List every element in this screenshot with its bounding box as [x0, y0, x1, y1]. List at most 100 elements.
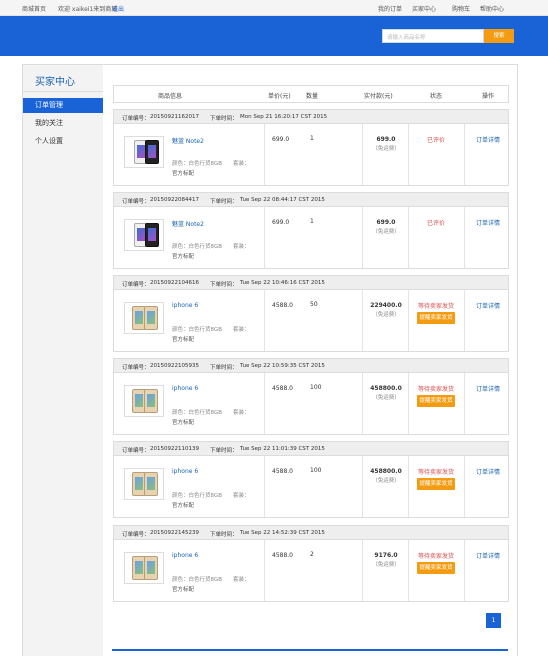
order-row: 订单编号： 20150921162017 下单时间： Mon Sep 21 16…: [113, 109, 509, 186]
column-divider: [408, 290, 409, 351]
order-detail-link[interactable]: 订单详情: [468, 467, 508, 476]
order-detail-link[interactable]: 订单详情: [468, 218, 508, 227]
product-attributes: 颜色：白色行货8GB 套装：: [172, 410, 250, 416]
product-package: 官方标配: [172, 171, 195, 177]
buyer-center-link[interactable]: 买家中心: [412, 4, 436, 13]
shipping-note: （免运费）: [372, 146, 400, 152]
paid-amount: 458800.0: [370, 468, 402, 475]
product-name-link[interactable]: 魅蓝 Note2: [172, 136, 204, 145]
search-input[interactable]: 请输入商品名称: [382, 29, 484, 43]
shipping-note: （免运费）: [372, 562, 400, 568]
column-divider: [362, 124, 363, 185]
order-status: 等待卖家发货: [417, 386, 454, 393]
order-no: 20150921162017: [150, 114, 199, 120]
column-divider: [362, 456, 363, 517]
order-status: 等待卖家发货: [417, 469, 454, 476]
search-button[interactable]: 搜索: [484, 29, 514, 43]
product-image[interactable]: [124, 385, 164, 417]
order-no-label: 订单编号：: [122, 365, 150, 371]
order-time: Mon Sep 21 16:20:17 CST 2015: [240, 114, 328, 120]
order-header: 订单编号： 20150922145239 下单时间： Tue Sep 22 14…: [114, 526, 508, 540]
product-attributes: 颜色：白色行货8GB 套装：: [172, 577, 250, 583]
shipping-note: （免运费）: [372, 229, 400, 235]
product-image[interactable]: [124, 552, 164, 584]
unit-price: 4588.0: [272, 552, 293, 559]
top-utility-bar: 商城首页 欢迎 xaikei1来到商城 退出 我的订单 买家中心 购物车 帮助中…: [0, 0, 548, 16]
order-detail-link[interactable]: 订单详情: [468, 301, 508, 310]
column-divider: [464, 540, 465, 601]
product-attributes: 颜色：白色行货8GB 套装：: [172, 327, 250, 333]
product-image[interactable]: [124, 136, 164, 168]
remind-seller-button[interactable]: 提醒卖家发货: [417, 562, 455, 574]
order-status: 已评价: [426, 137, 445, 144]
order-time-label: 下单时间：: [210, 448, 238, 454]
sidebar-item-personal-settings[interactable]: 个人设置: [23, 134, 103, 149]
help-center-link[interactable]: 帮助中心: [480, 4, 504, 13]
order-no: 20150922084417: [150, 197, 199, 203]
order-status: 已评价: [426, 220, 445, 227]
pagination-page-1[interactable]: 1: [486, 613, 501, 628]
order-header: 订单编号： 20150922084417 下单时间： Tue Sep 22 08…: [114, 193, 508, 207]
column-divider: [362, 373, 363, 434]
col-header-qty: 数量: [306, 93, 319, 100]
order-time-label: 下单时间：: [210, 282, 238, 288]
order-time-label: 下单时间：: [210, 365, 238, 371]
product-name-link[interactable]: iphone 6: [172, 302, 198, 309]
column-divider: [408, 207, 409, 268]
column-divider: [264, 124, 265, 185]
my-orders-link[interactable]: 我的订单: [378, 4, 402, 13]
product-image[interactable]: [124, 302, 164, 334]
order-detail-link[interactable]: 订单详情: [468, 551, 508, 560]
order-header: 订单编号： 20150921162017 下单时间： Mon Sep 21 16…: [114, 110, 508, 124]
remind-seller-button[interactable]: 提醒卖家发货: [417, 395, 455, 407]
order-time-label: 下单时间：: [210, 532, 238, 538]
quantity: 50: [310, 301, 318, 308]
shipping-note: （免运费）: [372, 312, 400, 318]
sidebar-divider: [23, 91, 103, 92]
unit-price: 4588.0: [272, 385, 293, 392]
product-attributes: 颜色：白色行货8GB 套装：: [172, 244, 250, 250]
product-image[interactable]: [124, 468, 164, 500]
content-panel: 买家中心 订单管理 我的关注 个人设置 商品信息 单价(元) 数量 实付款(元)…: [22, 64, 518, 656]
product-package: 官方标配: [172, 337, 195, 343]
order-detail-link[interactable]: 订单详情: [468, 384, 508, 393]
order-time: Tue Sep 22 08:44:17 CST 2015: [240, 197, 325, 203]
order-no: 20150922105935: [150, 363, 199, 369]
column-divider: [264, 456, 265, 517]
column-divider: [408, 124, 409, 185]
table-header: 商品信息 单价(元) 数量 实付款(元) 状态 操作: [113, 85, 509, 103]
order-detail-link[interactable]: 订单详情: [468, 135, 508, 144]
product-attributes: 颜色：白色行货8GB 套装：: [172, 161, 250, 167]
product-name-link[interactable]: iphone 6: [172, 468, 198, 475]
order-row: 订单编号： 20150922104616 下单时间： Tue Sep 22 10…: [113, 275, 509, 352]
unit-price: 699.0: [272, 219, 290, 226]
order-time-label: 下单时间：: [210, 199, 238, 205]
paid-amount: 699.0: [376, 136, 396, 143]
unit-price: 699.0: [272, 136, 290, 143]
remind-seller-button[interactable]: 提醒卖家发货: [417, 478, 455, 490]
product-name-link[interactable]: 魅蓝 Note2: [172, 219, 204, 228]
product-package: 官方标配: [172, 254, 195, 260]
shipping-note: （免运费）: [372, 395, 400, 401]
remind-seller-button[interactable]: 提醒卖家发货: [417, 312, 455, 324]
product-image[interactable]: [124, 219, 164, 251]
product-attributes: 颜色：白色行货8GB 套装：: [172, 493, 250, 499]
column-divider: [264, 290, 265, 351]
order-no: 20150922145239: [150, 530, 199, 536]
col-header-price: 单价(元): [268, 93, 291, 100]
column-divider: [362, 540, 363, 601]
col-header-product: 商品信息: [158, 93, 183, 100]
home-link[interactable]: 商城首页: [22, 4, 46, 13]
col-header-paid: 实付款(元): [364, 93, 393, 100]
sidebar-item-my-follows[interactable]: 我的关注: [23, 116, 103, 131]
sidebar-item-order-management[interactable]: 订单管理: [23, 98, 103, 113]
paid-amount: 458800.0: [370, 385, 402, 392]
logout-link[interactable]: 退出: [112, 4, 124, 13]
cart-link[interactable]: 购物车: [452, 4, 470, 13]
product-name-link[interactable]: iphone 6: [172, 385, 198, 392]
column-divider: [464, 373, 465, 434]
product-name-link[interactable]: iphone 6: [172, 552, 198, 559]
order-time: Tue Sep 22 10:59:35 CST 2015: [240, 363, 325, 369]
order-row: 订单编号： 20150922105935 下单时间： Tue Sep 22 10…: [113, 358, 509, 435]
order-time: Tue Sep 22 11:01:39 CST 2015: [240, 446, 325, 452]
